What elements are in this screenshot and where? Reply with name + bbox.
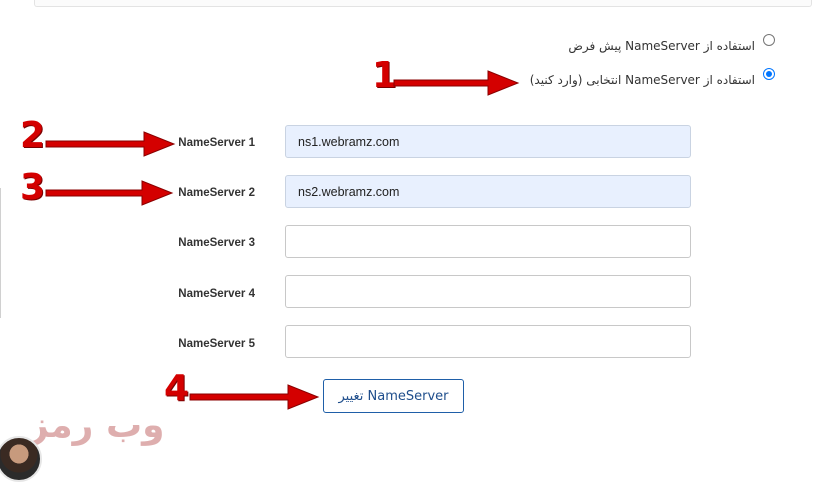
arrow-1-icon — [393, 70, 520, 96]
arrow-2-icon — [45, 131, 176, 157]
top-panel — [34, 0, 812, 7]
nameserver-3-input[interactable] — [285, 225, 691, 258]
radio-default[interactable] — [763, 34, 775, 46]
nameserver-2-label: NameServer 2 — [178, 187, 255, 199]
nameserver-3-label: NameServer 3 — [178, 237, 255, 249]
nameserver-2-input[interactable] — [285, 175, 691, 208]
nameserver-5-label: NameServer 5 — [178, 338, 255, 350]
option-custom-nameserver[interactable]: استفاده از NameServer انتخابی (وارد کنید… — [530, 67, 775, 87]
option-default-label: استفاده از NameServer پیش فرض — [568, 39, 755, 53]
nameserver-4-input[interactable] — [285, 275, 691, 308]
nameserver-5-input[interactable] — [285, 325, 691, 358]
marker-4: 4 — [164, 368, 190, 409]
logo-text: وب رمز — [28, 405, 165, 446]
option-default-nameserver[interactable]: استفاده از NameServer پیش فرض — [568, 33, 775, 53]
left-divider — [0, 188, 1, 318]
radio-custom[interactable] — [763, 68, 775, 80]
change-nameserver-button[interactable]: تغییر NameServer — [323, 379, 464, 413]
avatar — [0, 436, 42, 482]
marker-2: 2 — [20, 115, 46, 156]
option-custom-label: استفاده از NameServer انتخابی (وارد کنید… — [529, 73, 755, 87]
arrow-3-icon — [45, 180, 174, 206]
webramz-logo: وب رمز — [28, 405, 165, 446]
nameserver-1-input[interactable] — [285, 125, 691, 158]
arrow-4-icon — [189, 384, 320, 410]
marker-3: 3 — [20, 167, 46, 208]
nameserver-4-label: NameServer 4 — [178, 288, 255, 300]
nameserver-1-label: NameServer 1 — [178, 137, 255, 149]
